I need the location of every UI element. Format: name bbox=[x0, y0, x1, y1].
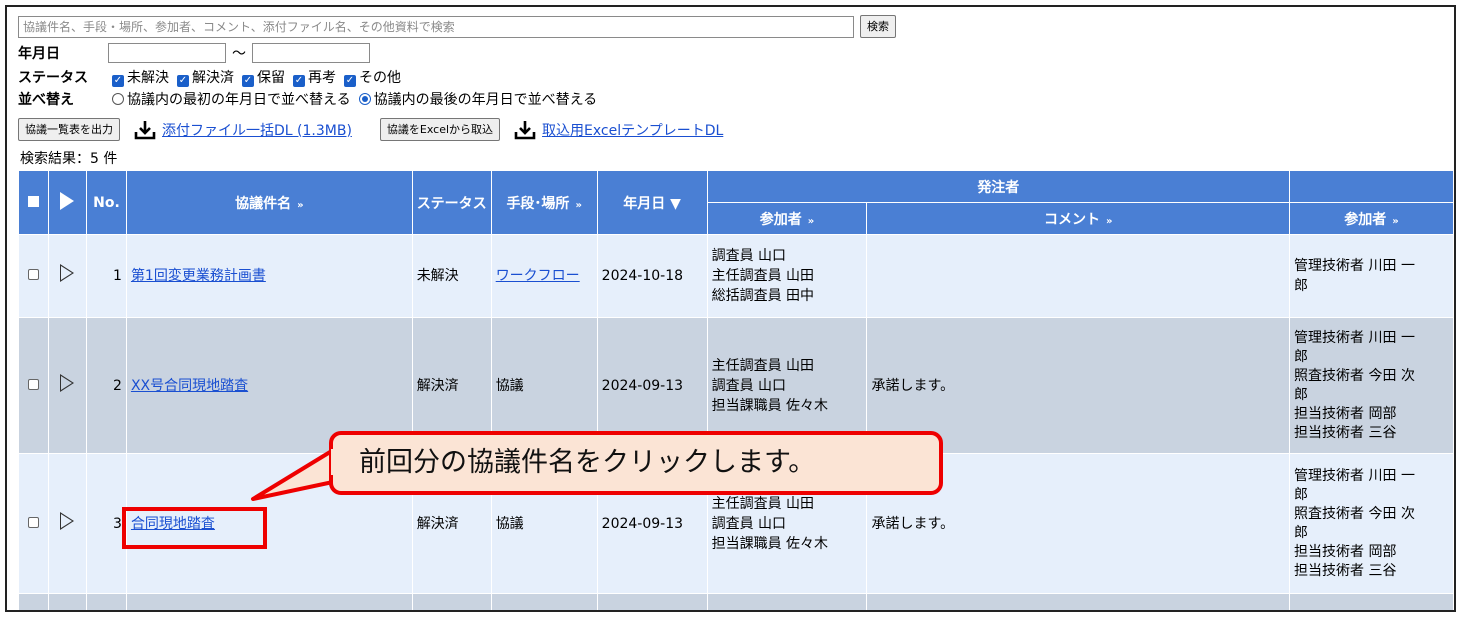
row-checkbox[interactable] bbox=[18, 317, 49, 454]
date-from-input[interactable] bbox=[108, 43, 226, 63]
row-participants-right: 管理技術者 川田 一郎 bbox=[1289, 234, 1454, 318]
row-method-link[interactable]: ワークフロー bbox=[496, 268, 580, 284]
header-no: No. bbox=[85, 170, 127, 235]
date-filter-row: 年月日 ～ bbox=[18, 43, 370, 63]
row-date: 2024-10-18 bbox=[596, 234, 708, 318]
export-list-button[interactable]: 協議一覧表を出力 bbox=[18, 118, 120, 141]
status-option-reconsider[interactable]: ✓ 再考 bbox=[289, 67, 336, 87]
date-label: 年月日 bbox=[18, 46, 60, 62]
import-from-excel-button[interactable]: 協議をExcelから取込 bbox=[379, 118, 501, 141]
row-no: 1 bbox=[85, 234, 127, 318]
header-method[interactable]: 手段･場所» bbox=[490, 170, 598, 235]
row-participants-right: 管理技術者 川田 一郎照査技術者 今田 次郎担当技術者 岡部 担当技術者 三谷 bbox=[1289, 453, 1454, 594]
checkbox-checked-icon[interactable]: ✓ bbox=[344, 75, 356, 87]
download-icon bbox=[134, 120, 156, 139]
chevron-right-icon[interactable]: » bbox=[1106, 216, 1112, 227]
row-expand[interactable] bbox=[47, 317, 87, 454]
radio-selected-icon[interactable] bbox=[358, 93, 371, 105]
row-participants-right: 管理技術者 川田 一郎照査技術者 今田 次郎担当技術者 岡部 担当技術者 三谷 bbox=[1289, 317, 1454, 454]
status-option-other[interactable]: ✓ その他 bbox=[340, 67, 401, 87]
status-option-unresolved[interactable]: ✓ 未解決 bbox=[108, 67, 169, 87]
sort-option-last-date[interactable]: 協議内の最後の年月日で並べ替える bbox=[355, 89, 597, 109]
status-option-resolved[interactable]: ✓ 解決済 bbox=[173, 67, 234, 87]
download-icon bbox=[514, 120, 536, 139]
date-to-input[interactable] bbox=[252, 43, 370, 63]
search-button[interactable]: 検索 bbox=[860, 15, 896, 38]
play-icon[interactable] bbox=[60, 191, 75, 210]
search-input[interactable] bbox=[18, 15, 854, 38]
select-all-header[interactable] bbox=[18, 170, 49, 235]
chevron-right-icon[interactable]: » bbox=[297, 200, 303, 211]
result-count: 検索結果：5 件 bbox=[20, 151, 118, 167]
row-participants: 調査員 山口 主任調査員 山田 総括調査員 田中 bbox=[706, 234, 868, 318]
play-icon[interactable] bbox=[60, 511, 75, 530]
table-header-row: No. 協議件名» ステータス 手段･場所» 年月日 ▼ 発注者 bbox=[18, 170, 1454, 235]
play-icon[interactable] bbox=[60, 264, 75, 282]
date-separator: ～ bbox=[232, 46, 246, 62]
action-row: 協議一覧表を出力 添付ファイル一括DL (1.3MB) 協議をExcelから取込… bbox=[18, 118, 723, 141]
row-comment bbox=[866, 234, 1291, 318]
header-orderer-group: 発注者 bbox=[706, 170, 1291, 203]
chevron-right-icon[interactable]: » bbox=[808, 216, 814, 227]
radio-icon[interactable] bbox=[112, 93, 124, 105]
chevron-right-icon[interactable]: » bbox=[575, 200, 581, 211]
row-expand[interactable] bbox=[47, 234, 87, 318]
row-expand[interactable] bbox=[47, 453, 87, 594]
checkbox-checked-icon[interactable]: ✓ bbox=[112, 75, 124, 87]
status-option-hold[interactable]: ✓ 保留 bbox=[238, 67, 285, 87]
row-title-cell: 第1回変更業務計画書 bbox=[125, 234, 413, 318]
row-no: 2 bbox=[85, 317, 127, 454]
checkbox-icon[interactable] bbox=[27, 516, 39, 528]
header-participants-right[interactable]: 参加者» bbox=[1289, 202, 1454, 235]
row-title-link[interactable]: 第1回変更業務計画書 bbox=[131, 268, 266, 284]
header-status: ステータス bbox=[411, 170, 492, 235]
table-row bbox=[18, 593, 1454, 610]
status-label: ステータス bbox=[18, 70, 88, 86]
sort-row: 並べ替え 協議内の最初の年月日で並べ替える 協議内の最後の年月日で並べ替える bbox=[18, 89, 601, 109]
sort-option-first-date[interactable]: 協議内の最初の年月日で並べ替える bbox=[108, 89, 351, 109]
row-title-link[interactable]: XX号合同現地踏査 bbox=[131, 378, 248, 394]
header-comment[interactable]: コメント» bbox=[866, 202, 1291, 235]
checkbox-icon[interactable] bbox=[27, 269, 39, 280]
search-row: 検索 bbox=[18, 15, 896, 38]
checkbox-checked-icon[interactable]: ✓ bbox=[242, 75, 254, 87]
row-method-cell: ワークフロー bbox=[490, 234, 598, 318]
header-contractor-group bbox=[1289, 170, 1454, 203]
checkbox-icon[interactable] bbox=[27, 378, 39, 390]
play-icon[interactable] bbox=[60, 373, 75, 392]
excel-template-download-link[interactable]: 取込用ExcelテンプレートDL bbox=[542, 120, 723, 140]
row-status: 未解決 bbox=[411, 234, 492, 318]
annotation-pointer-mask bbox=[331, 449, 351, 475]
row-checkbox[interactable] bbox=[18, 453, 49, 594]
sort-label: 並べ替え bbox=[18, 92, 74, 108]
annotation-highlight-box bbox=[122, 507, 267, 549]
header-title[interactable]: 協議件名» bbox=[125, 170, 413, 235]
status-filter-row: ステータス ✓ 未解決 ✓ 解決済 ✓ 保留 ✓ 再考 ✓ その他 bbox=[18, 67, 405, 87]
checkbox-checked-icon[interactable]: ✓ bbox=[293, 75, 305, 87]
table-row: 1 第1回変更業務計画書 未解決 ワークフロー 2024-10-18 調査員 山… bbox=[18, 234, 1454, 318]
expand-all-header[interactable] bbox=[47, 170, 87, 235]
header-participants[interactable]: 参加者» bbox=[706, 202, 868, 235]
checkbox-icon[interactable] bbox=[27, 195, 39, 207]
annotation-callout: 前回分の協議件名をクリックします。 bbox=[329, 431, 943, 495]
row-no: 3 bbox=[85, 453, 127, 594]
checkbox-checked-icon[interactable]: ✓ bbox=[177, 75, 189, 87]
app-frame: 検索 年月日 ～ ステータス ✓未解決 ✓解決済 ✓保留 ✓再考 ✓その他 並べ… bbox=[5, 5, 1456, 612]
header-date-sort[interactable]: 年月日 ▼ bbox=[596, 170, 708, 235]
attachments-bulk-download-link[interactable]: 添付ファイル一括DL (1.3MB) bbox=[162, 120, 352, 140]
row-checkbox[interactable] bbox=[18, 234, 49, 318]
chevron-right-icon[interactable]: » bbox=[1392, 216, 1398, 227]
